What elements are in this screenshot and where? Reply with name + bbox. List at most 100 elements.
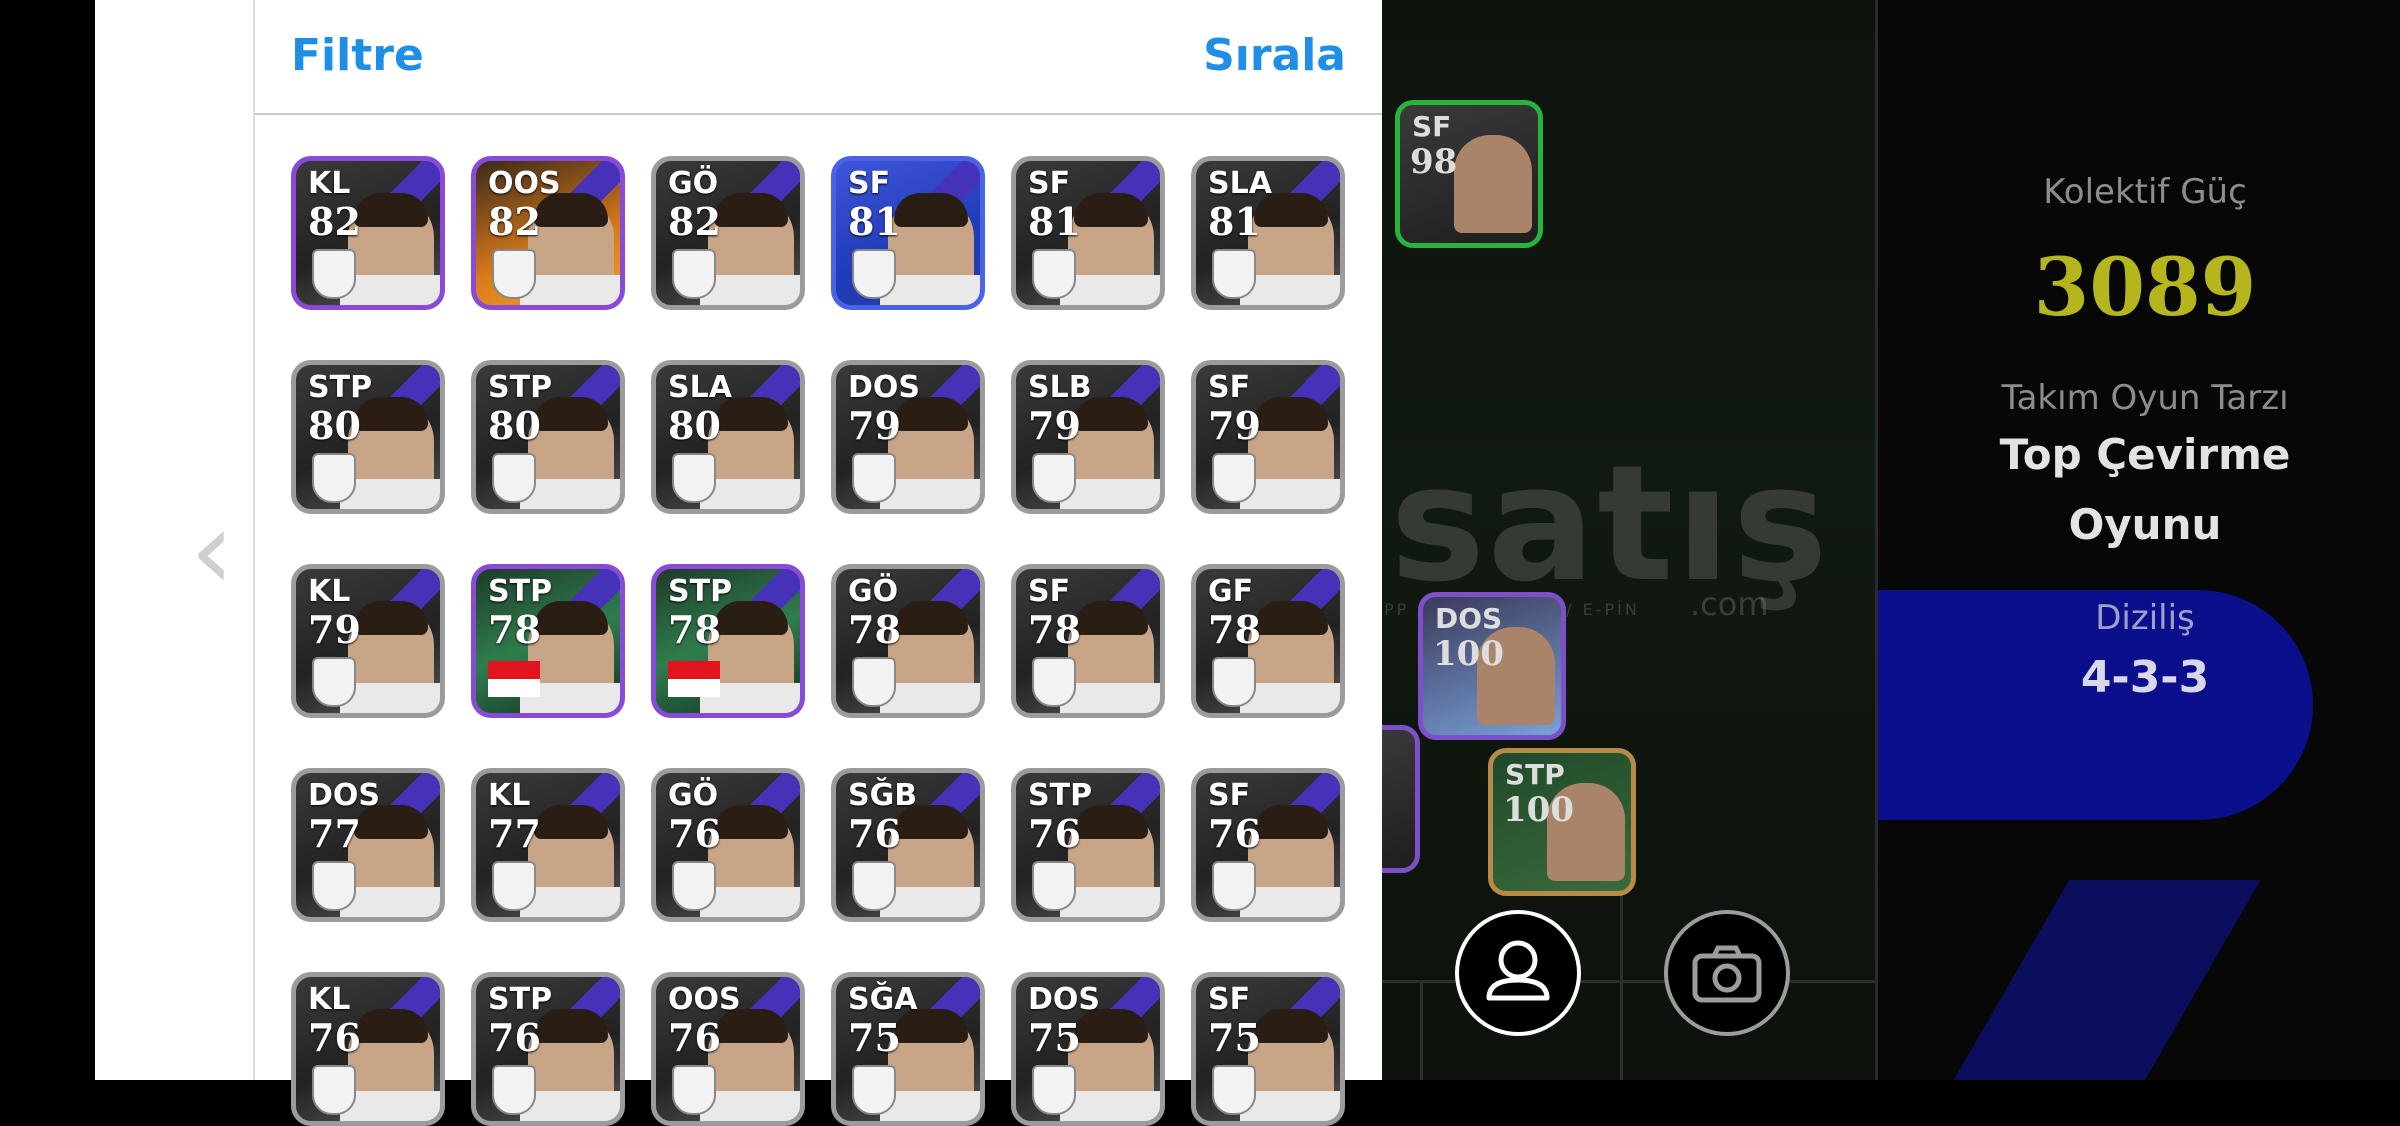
club-badge-icon bbox=[852, 861, 896, 911]
player-position: STP bbox=[488, 574, 553, 609]
filter-button[interactable]: Filtre bbox=[291, 30, 424, 81]
player-position: SF bbox=[1208, 778, 1251, 813]
player-card[interactable]: GF 78 bbox=[1191, 564, 1345, 718]
club-badge-icon bbox=[1032, 657, 1076, 707]
player-card[interactable]: GÖ 82 bbox=[651, 156, 805, 310]
player-card[interactable]: KL 76 bbox=[291, 972, 445, 1126]
player-position: STP bbox=[1028, 778, 1093, 813]
chevron-left-icon[interactable]: ‹ bbox=[190, 495, 234, 605]
player-position: SLB bbox=[1028, 370, 1092, 405]
player-card[interactable]: DOS 75 bbox=[1011, 972, 1165, 1126]
club-badge-icon bbox=[1212, 1065, 1256, 1115]
player-rating: 80 bbox=[668, 403, 721, 448]
player-card[interactable]: DOS 79 bbox=[831, 360, 985, 514]
player-position: GÖ bbox=[848, 574, 899, 609]
player-position: SF bbox=[1208, 370, 1251, 405]
formation-label: Diziliş bbox=[2095, 598, 2195, 638]
player-hair bbox=[534, 805, 608, 839]
player-card[interactable]: KL 82 bbox=[291, 156, 445, 310]
player-card[interactable]: SLA 81 bbox=[1191, 156, 1345, 310]
sort-button[interactable]: Sırala bbox=[1203, 30, 1346, 81]
pitch-player-card[interactable]: SF 98 bbox=[1395, 100, 1543, 248]
player-rating: 76 bbox=[1208, 811, 1261, 856]
player-card[interactable]: OOS 82 bbox=[471, 156, 625, 310]
player-card[interactable]: SLB 79 bbox=[1011, 360, 1165, 514]
player-card[interactable]: OOS 76 bbox=[651, 972, 805, 1126]
player-position: SF bbox=[848, 166, 891, 201]
player-card[interactable]: STP 78 bbox=[471, 564, 625, 718]
player-card[interactable]: GÖ 78 bbox=[831, 564, 985, 718]
collective-power-label: Kolektif Güç bbox=[2043, 172, 2247, 212]
player-rating: 79 bbox=[1208, 403, 1261, 448]
player-rating: 76 bbox=[848, 811, 901, 856]
player-hair bbox=[1254, 805, 1328, 839]
player-position: KL bbox=[308, 982, 351, 1017]
player-rating: 82 bbox=[488, 199, 541, 244]
club-badge-icon bbox=[1212, 657, 1256, 707]
player-position: SĞA bbox=[848, 982, 918, 1017]
club-badge-icon bbox=[852, 1065, 896, 1115]
player-portrait bbox=[1454, 135, 1532, 233]
player-card[interactable]: SĞB 76 bbox=[831, 768, 985, 922]
player-rating: 98 bbox=[1410, 142, 1458, 182]
player-card[interactable]: STP 80 bbox=[471, 360, 625, 514]
player-rating: 81 bbox=[1028, 199, 1081, 244]
player-rating: 81 bbox=[1208, 199, 1261, 244]
club-badge-icon bbox=[492, 249, 536, 299]
player-card[interactable]: SLA 80 bbox=[651, 360, 805, 514]
club-badge-icon bbox=[672, 1065, 716, 1115]
player-card[interactable]: GÖ 76 bbox=[651, 768, 805, 922]
player-card[interactable]: STP 76 bbox=[471, 972, 625, 1126]
player-rating: 76 bbox=[668, 1015, 721, 1060]
left-black-strip bbox=[0, 0, 95, 1080]
player-position: KL bbox=[308, 166, 351, 201]
player-card[interactable]: STP 80 bbox=[291, 360, 445, 514]
player-position: GÖ bbox=[668, 166, 719, 201]
player-rating: 78 bbox=[1028, 607, 1081, 652]
watermark-suffix: .com bbox=[1690, 585, 1769, 623]
player-position: STP bbox=[308, 370, 373, 405]
player-card[interactable]: SF 75 bbox=[1191, 972, 1345, 1126]
profile-button[interactable] bbox=[1455, 910, 1581, 1036]
player-card[interactable]: SF 81 bbox=[1011, 156, 1165, 310]
club-badge-icon bbox=[852, 657, 896, 707]
player-card[interactable]: KL 79 bbox=[291, 564, 445, 718]
player-list-panel: Filtre Sırala KL 82 OOS 82 GÖ 82 SF 81 SF 81 SLA 81… bbox=[253, 0, 1382, 1126]
player-card[interactable]: SF 79 bbox=[1191, 360, 1345, 514]
player-hair bbox=[714, 805, 788, 839]
player-card[interactable]: SF 76 bbox=[1191, 768, 1345, 922]
player-position: OOS bbox=[488, 166, 561, 201]
club-badge-icon bbox=[312, 1065, 356, 1115]
player-position: OOS bbox=[668, 982, 741, 1017]
player-position: KL bbox=[308, 574, 351, 609]
player-position: STP bbox=[1505, 758, 1565, 791]
player-rating: 76 bbox=[488, 1015, 541, 1060]
club-badge-icon bbox=[672, 453, 716, 503]
player-hair bbox=[894, 601, 968, 635]
player-card[interactable]: SĞA 75 bbox=[831, 972, 985, 1126]
player-rating: 79 bbox=[1028, 403, 1081, 448]
player-position: SLA bbox=[668, 370, 732, 405]
team-style-label: Takım Oyun Tarzı bbox=[2001, 378, 2289, 418]
player-rating: 82 bbox=[308, 199, 361, 244]
player-rating: 80 bbox=[308, 403, 361, 448]
player-position: STP bbox=[488, 982, 553, 1017]
player-card[interactable]: SF 81 bbox=[831, 156, 985, 310]
pitch-player-card[interactable]: DOS 100 bbox=[1418, 592, 1566, 740]
player-rating: 100 bbox=[1503, 790, 1574, 830]
player-rating: 76 bbox=[308, 1015, 361, 1060]
player-card[interactable]: DOS 77 bbox=[291, 768, 445, 922]
player-position: SF bbox=[1412, 110, 1452, 143]
pitch-player-card[interactable]: STP 100 bbox=[1488, 748, 1636, 896]
player-card[interactable]: STP 78 bbox=[651, 564, 805, 718]
decorative-shape bbox=[1878, 880, 2400, 1080]
player-card[interactable]: SF 78 bbox=[1011, 564, 1165, 718]
player-card[interactable]: KL 77 bbox=[471, 768, 625, 922]
formation-value[interactable]: 4-3-3 bbox=[1945, 652, 2345, 703]
player-rating: 75 bbox=[1208, 1015, 1261, 1060]
player-rating: 75 bbox=[848, 1015, 901, 1060]
player-card[interactable]: STP 76 bbox=[1011, 768, 1165, 922]
club-badge-icon bbox=[492, 1065, 536, 1115]
pitch-line bbox=[1420, 980, 1423, 1080]
camera-button[interactable] bbox=[1664, 910, 1790, 1036]
